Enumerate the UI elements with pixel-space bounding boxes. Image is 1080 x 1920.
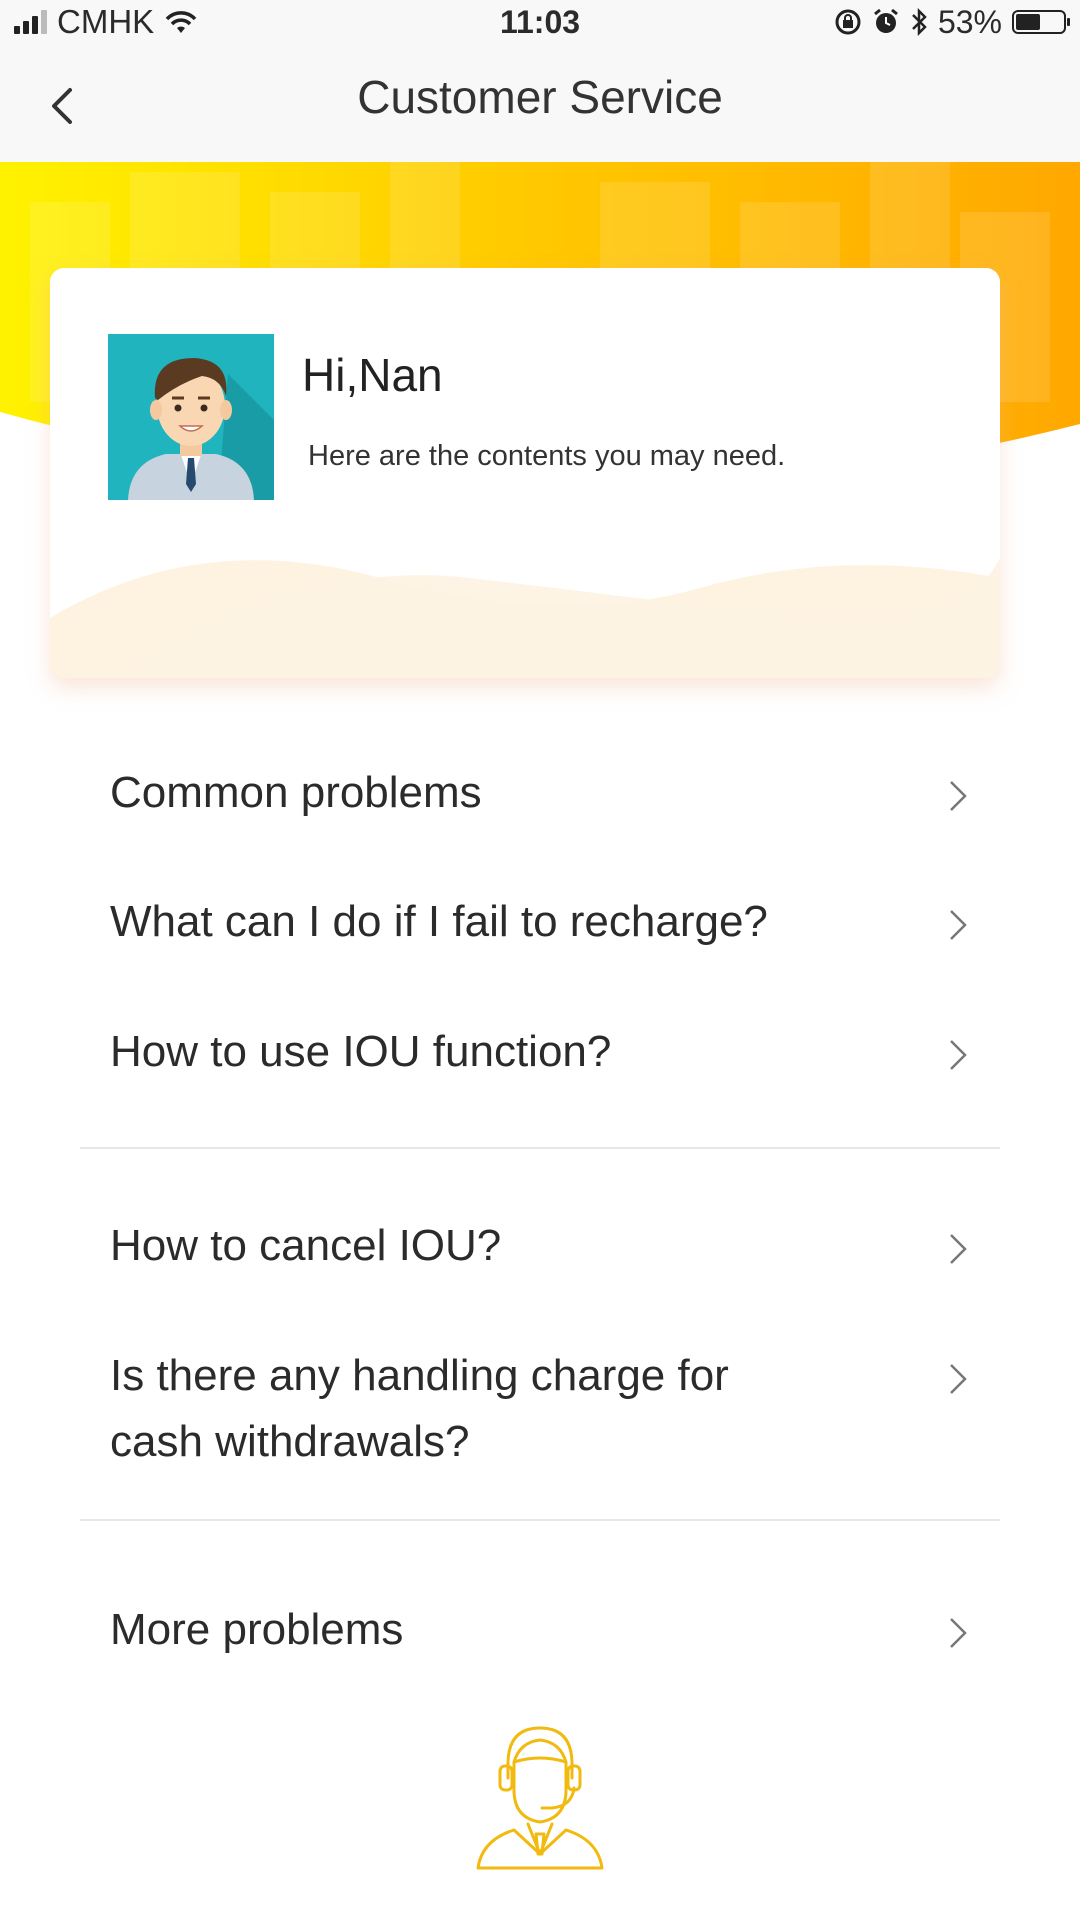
chevron-right-icon xyxy=(950,781,967,811)
avatar-icon xyxy=(108,334,274,500)
list-item-label: How to use IOU function? xyxy=(110,1027,612,1076)
chevron-right-icon xyxy=(950,1618,967,1648)
list-item-common-problems[interactable]: Common problems xyxy=(110,760,970,826)
status-bar: CMHK 11:03 53% xyxy=(0,0,1080,44)
chevron-right-icon xyxy=(950,1364,967,1394)
navigation-bar: Customer Service xyxy=(0,44,1080,162)
list-item-cancel-iou[interactable]: How to cancel IOU? xyxy=(110,1213,970,1279)
rotation-lock-icon xyxy=(835,9,861,35)
list-item-recharge-fail[interactable]: What can I do if I fail to recharge? xyxy=(110,889,970,955)
chevron-right-icon xyxy=(950,1040,967,1070)
alarm-icon xyxy=(874,8,898,33)
list-item-label: How to cancel IOU? xyxy=(110,1221,502,1270)
section-divider xyxy=(80,1519,1000,1521)
customer-service-agent-icon[interactable] xyxy=(470,1722,610,1870)
list-item-iou-function[interactable]: How to use IOU function? xyxy=(110,1019,970,1085)
battery-percent: 53% xyxy=(937,3,1002,40)
list-item-label: Is there any handling charge for cash wi… xyxy=(110,1351,729,1466)
chevron-right-icon xyxy=(950,910,967,940)
section-divider xyxy=(80,1147,1000,1149)
status-right: 53% xyxy=(834,3,1070,40)
battery-icon xyxy=(1012,10,1070,34)
greeting-text: Hi,Nan xyxy=(302,349,443,401)
list-item-more-problems[interactable]: More problems xyxy=(110,1597,970,1663)
list-item-handling-charge[interactable]: Is there any handling charge for cash wi… xyxy=(110,1343,970,1475)
bluetooth-icon xyxy=(912,7,927,37)
list-item-label: What can I do if I fail to recharge? xyxy=(110,897,768,946)
greeting-subtitle: Here are the contents you may need. xyxy=(308,440,786,472)
list-item-label: Common problems xyxy=(110,768,482,817)
user-avatar xyxy=(108,334,274,500)
list-item-label: More problems xyxy=(110,1605,404,1654)
chevron-right-icon xyxy=(950,1234,967,1264)
page-title: Customer Service xyxy=(357,71,723,123)
greeting-card: Hi,Nan Here are the contents you may nee… xyxy=(50,268,1000,678)
card-wave-decoration xyxy=(50,558,1000,678)
